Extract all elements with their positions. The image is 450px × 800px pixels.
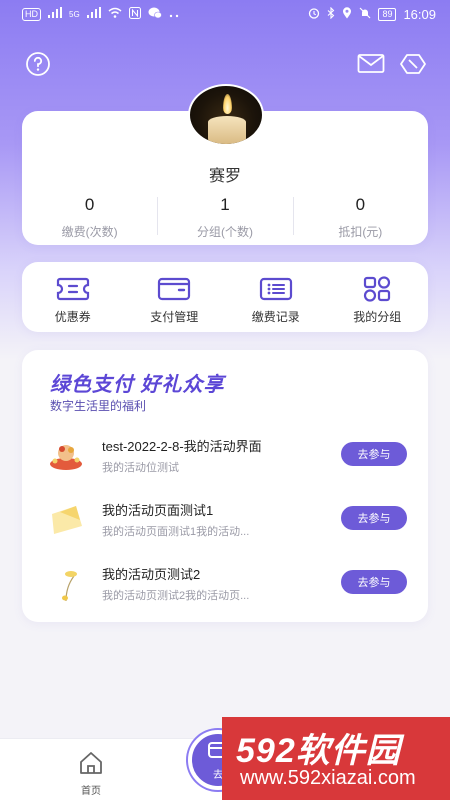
signal-icon [48,7,62,21]
activity-description: 我的活动页测试2我的活动页... [102,590,250,602]
promo-title: 绿色支付 好礼众享 [50,374,225,396]
status-right: 89 16:09 [308,6,436,22]
location-icon [342,6,352,22]
wallet-icon [156,275,192,303]
promo-subtitle: 数字生活里的福利 [50,399,147,413]
promo-card: 绿色支付 好礼众享 数字生活里的福利 test-2022-2-8-我的活动界面 … [22,350,428,622]
activity-item[interactable]: 我的活动页测试2 我的活动页测试2我的活动页... 去参与 [22,560,428,610]
menu-label: 优惠券 [54,310,91,324]
group-grid-icon [359,275,395,303]
candle-image [208,116,246,144]
help-button[interactable] [23,51,53,82]
nfc-icon [128,6,141,22]
activity-description: 我的活动位测试 [102,462,179,474]
activity-item[interactable]: test-2022-2-8-我的活动界面 我的活动位测试 去参与 [22,432,428,482]
help-icon [25,51,51,82]
profile-stats: 0 缴费(次数) 1 分组(个数) 0 抵扣(元) [22,195,428,240]
stat-label: 缴费(次数) [61,225,118,239]
menu-label: 支付管理 [150,310,199,324]
stat-groups[interactable]: 1 分组(个数) [157,195,292,240]
more-dots-icon [169,7,179,21]
watermark-logo: 592软件园 www.592xiazai.com [222,717,450,800]
stat-value: 0 [355,195,366,214]
status-time: 16:09 [403,6,436,22]
menu-label: 缴费记录 [251,310,300,324]
activity-title: 我的活动页面测试1 [102,503,214,518]
network-badge: 5G [69,9,80,19]
home-icon [78,752,104,779]
battery-indicator: 89 [378,7,397,21]
stat-payments[interactable]: 0 缴费(次数) [22,195,157,240]
status-left: HD 5G [22,6,179,22]
candle-flame [223,94,232,114]
activity-description: 我的活动页面测试1我的活动... [102,526,250,538]
avatar[interactable] [188,84,264,146]
settings-hexagon-icon [400,53,426,80]
activity-thumbnail [46,568,86,602]
watermark-url: www.592xiazai.com [240,767,416,789]
stat-label: 抵扣(元) [338,225,383,239]
chat-icon [148,7,162,22]
activity-title: 我的活动页测试2 [102,567,201,582]
signal-icon-2 [86,7,101,21]
alarm-icon [308,7,320,22]
stat-value: 0 [84,195,95,214]
record-list-icon [258,275,294,303]
menu-item-payment-management[interactable]: 支付管理 [124,262,226,332]
activity-item[interactable]: 我的活动页面测试1 我的活动页面测试1我的活动... 去参与 [22,496,428,546]
mute-bell-icon [359,7,371,22]
wifi-icon [108,7,122,21]
menu-item-coupons[interactable]: 优惠券 [22,262,124,332]
join-button[interactable]: 去参与 [341,570,407,594]
join-button[interactable]: 去参与 [341,442,407,466]
activity-thumbnail [46,440,86,474]
username: 赛罗 [208,168,241,185]
settings-button[interactable] [398,52,428,80]
stat-deduction[interactable]: 0 抵扣(元) [292,195,428,240]
message-button[interactable] [356,52,386,80]
mail-icon [357,53,385,80]
activity-title: test-2022-2-8-我的活动界面 [102,439,262,454]
menu-label: 我的分组 [353,310,402,324]
bluetooth-icon [327,6,335,22]
quick-menu: 优惠券 支付管理 缴费记录 我的分组 [22,262,428,332]
stat-label: 分组(个数) [196,225,253,239]
menu-item-my-groups[interactable]: 我的分组 [327,262,429,332]
stat-value: 1 [220,195,230,214]
nav-home[interactable]: 首页 [68,751,114,797]
nav-home-label: 首页 [81,786,101,797]
coupon-icon [55,275,91,303]
watermark-brand: 592软件园 [236,732,401,770]
menu-item-payment-records[interactable]: 缴费记录 [225,262,327,332]
hd-badge: HD [22,7,41,21]
status-bar: HD 5G 89 16:09 [0,0,450,28]
activity-thumbnail [46,504,86,538]
join-button[interactable]: 去参与 [341,506,407,530]
